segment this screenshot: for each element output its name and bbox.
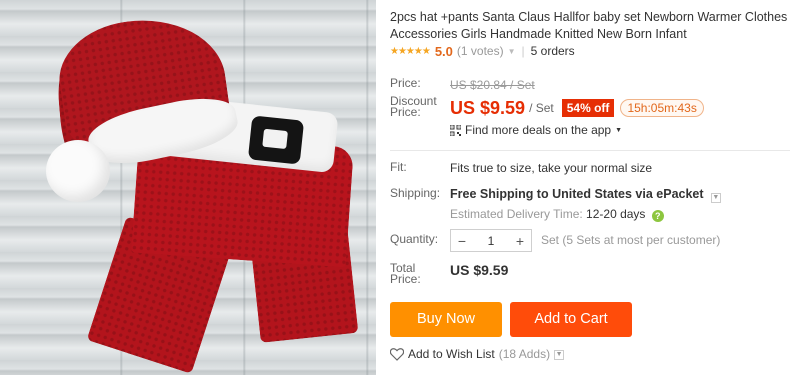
quantity-stepper[interactable]: − 1 + xyxy=(450,229,532,252)
rating-row: ★★★★★ 5.0 (1 votes) ▼ | 5 orders xyxy=(390,43,575,59)
product-title[interactable]: 2pcs hat +pants Santa Claus Hallfor baby… xyxy=(390,9,790,43)
help-icon[interactable]: ? xyxy=(651,210,664,222)
add-to-wishlist-link[interactable]: Add to Wish List (18 Adds) ▼ xyxy=(390,347,565,361)
qr-code-icon xyxy=(450,124,461,136)
fit-label: Fit: xyxy=(390,160,407,174)
total-price: US $9.59 xyxy=(450,262,509,278)
buy-now-button[interactable]: Buy Now xyxy=(390,302,502,337)
quantity-note: Set (5 Sets at most per customer) xyxy=(541,233,721,247)
total-price-label: Total Price: xyxy=(390,262,421,286)
caret-down-icon: ▼ xyxy=(615,126,623,134)
delivery-label: Estimated Delivery Time: xyxy=(450,207,583,221)
chevron-down-icon[interactable]: ▼ xyxy=(508,47,516,56)
heart-icon xyxy=(390,347,404,361)
delivery-value: 12-20 days xyxy=(586,207,646,221)
discount-label-line2: Price: xyxy=(390,105,421,119)
app-deals-link[interactable]: Find more deals on the app ▼ xyxy=(450,123,622,137)
fit-value: Fits true to size, take your normal size xyxy=(450,161,653,175)
hat-pompom xyxy=(46,140,110,202)
app-deals-label: Find more deals on the app xyxy=(465,123,612,137)
current-price: US $9.59 xyxy=(450,97,526,118)
rating-score: 5.0 xyxy=(434,43,453,59)
divider-bar: | xyxy=(521,44,525,58)
shipping-method[interactable]: Free Shipping to United States via ePack… xyxy=(450,187,704,201)
product-image[interactable] xyxy=(0,0,376,375)
section-divider xyxy=(390,150,790,151)
original-price: US $20.84 / Set xyxy=(450,78,535,92)
price-label: Price: xyxy=(390,76,421,90)
chevron-down-icon[interactable]: ▼ xyxy=(710,193,721,203)
total-label-line2: Price: xyxy=(390,272,421,286)
shipping-method-row[interactable]: Free Shipping to United States via ePack… xyxy=(450,187,721,203)
countdown-timer: 15h:05m:43s xyxy=(620,99,704,117)
wishlist-count: (18 Adds) xyxy=(498,347,551,361)
discount-price-label: Discount Price: xyxy=(390,95,437,119)
increase-quantity-button[interactable]: + xyxy=(514,233,526,249)
price-unit: / Set xyxy=(529,101,554,115)
discount-price-row: US $9.59 / Set 54% off 15h:05m:43s xyxy=(450,97,704,119)
belt-buckle xyxy=(247,115,305,165)
orders-count: 5 orders xyxy=(530,44,575,58)
quantity-label: Quantity: xyxy=(390,232,439,246)
chevron-down-icon[interactable]: ▼ xyxy=(554,350,565,360)
quantity-input[interactable]: 1 xyxy=(488,234,495,248)
decrease-quantity-button[interactable]: − xyxy=(456,233,468,249)
shipping-label: Shipping: xyxy=(390,186,441,200)
discount-badge: 54% off xyxy=(561,99,615,117)
delivery-row: Estimated Delivery Time: 12-20 days ? xyxy=(450,207,664,222)
star-rating-icon: ★★★★★ xyxy=(390,45,431,57)
votes-link[interactable]: (1 votes) xyxy=(457,44,504,58)
wishlist-label: Add to Wish List xyxy=(408,347,495,361)
add-to-cart-button[interactable]: Add to Cart xyxy=(510,302,632,337)
